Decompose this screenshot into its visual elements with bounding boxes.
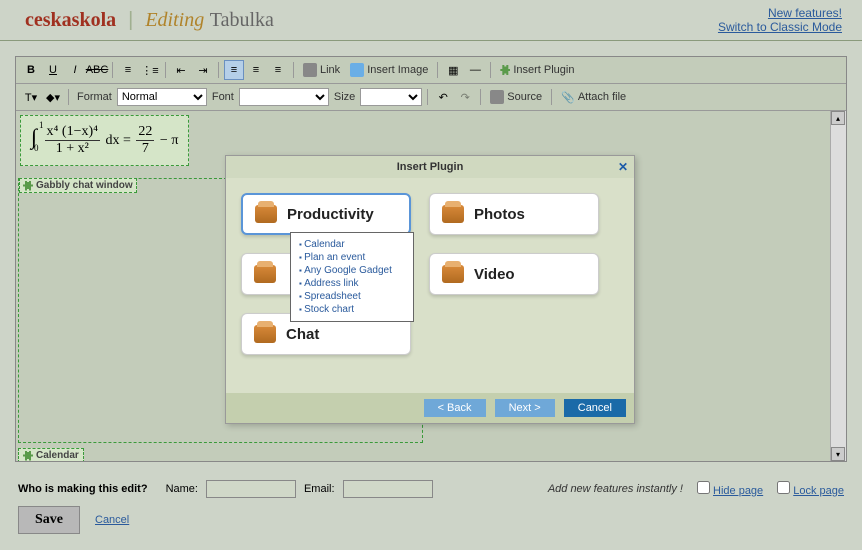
- save-row: Save Cancel: [0, 506, 862, 544]
- next-button[interactable]: Next >: [495, 399, 555, 417]
- save-button[interactable]: Save: [18, 506, 80, 534]
- footer-row: Who is making this edit? Name: Email: Ad…: [0, 472, 862, 506]
- toolbar-row-1: B U I ABC ≡ ⋮≡ ⇤ ⇥ ≡ ≡ ≡ Link Insert Ima…: [16, 57, 846, 84]
- name-input[interactable]: [206, 480, 296, 498]
- hr-button[interactable]: —: [465, 60, 485, 80]
- menu-stock-chart[interactable]: Stock chart: [299, 303, 405, 316]
- plugin-icon: [23, 451, 33, 461]
- calendar-plugin-placeholder[interactable]: Calendar: [18, 448, 84, 461]
- undo-button[interactable]: ↶: [433, 87, 453, 107]
- cancel-link[interactable]: Cancel: [95, 514, 129, 526]
- table-button[interactable]: ▦: [443, 60, 463, 80]
- card-icon: [254, 325, 276, 343]
- format-select[interactable]: Normal: [117, 88, 207, 106]
- dialog-title: Insert Plugin: [397, 161, 464, 173]
- scroll-up-button[interactable]: ▴: [831, 111, 845, 125]
- page-title: Tabulka: [210, 9, 274, 31]
- who-label: Who is making this edit?: [18, 483, 148, 495]
- toolbar-row-2: T▾ ◆▾ Format Normal Font Size ↶ ↷ Source…: [16, 84, 846, 111]
- align-center-button[interactable]: ≡: [246, 60, 266, 80]
- menu-plan-event[interactable]: Plan an event: [299, 251, 405, 264]
- divider: |: [128, 9, 133, 32]
- redo-button[interactable]: ↷: [455, 87, 475, 107]
- email-label: Email:: [304, 483, 335, 495]
- font-label: Font: [212, 91, 234, 103]
- bold-button[interactable]: B: [21, 60, 41, 80]
- editing-label: Editing: [145, 9, 204, 31]
- page-header: ceskaskola | Editing Tabulka New feature…: [0, 0, 862, 41]
- productivity-category[interactable]: Productivity: [241, 193, 411, 235]
- align-left-button[interactable]: ≡: [224, 60, 244, 80]
- back-button[interactable]: < Back: [424, 399, 486, 417]
- size-label: Size: [334, 91, 355, 103]
- attach-file-button[interactable]: 📎Attach file: [557, 91, 630, 104]
- card-icon: [255, 205, 277, 223]
- dialog-close-button[interactable]: ✕: [618, 160, 628, 174]
- image-icon: [350, 63, 364, 77]
- hide-page-link[interactable]: Hide page: [713, 485, 763, 497]
- math-formula[interactable]: ∫ 1 0 x⁴ (1−x)⁴1 + x² dx = 227 − π: [20, 115, 189, 166]
- hide-page-checkbox[interactable]: [697, 481, 710, 494]
- italic-button[interactable]: I: [65, 60, 85, 80]
- classic-mode-link[interactable]: Switch to Classic Mode: [718, 20, 842, 34]
- font-select[interactable]: [239, 88, 329, 106]
- name-label: Name:: [166, 483, 198, 495]
- menu-spreadsheet[interactable]: Spreadsheet: [299, 290, 405, 303]
- underline-button[interactable]: U: [43, 60, 63, 80]
- attach-icon: 📎: [561, 91, 575, 104]
- photos-category[interactable]: Photos: [429, 193, 599, 235]
- dialog-footer: < Back Next > Cancel: [226, 393, 634, 423]
- card-icon: [254, 265, 276, 283]
- format-label: Format: [77, 91, 112, 103]
- lock-page-link[interactable]: Lock page: [793, 485, 844, 497]
- insert-image-button[interactable]: Insert Image: [346, 63, 432, 77]
- insert-link-button[interactable]: Link: [299, 63, 344, 77]
- instant-label: Add new features instantly !: [548, 483, 683, 495]
- indent-button[interactable]: ⇥: [193, 60, 213, 80]
- source-icon: [490, 90, 504, 104]
- align-right-button[interactable]: ≡: [268, 60, 288, 80]
- plugin-icon: [500, 65, 510, 75]
- dialog-header: Insert Plugin ✕: [226, 156, 634, 178]
- card-icon: [442, 205, 464, 223]
- menu-address-link[interactable]: Address link: [299, 277, 405, 290]
- size-select[interactable]: [360, 88, 422, 106]
- numbered-list-button[interactable]: ≡: [118, 60, 138, 80]
- link-icon: [303, 63, 317, 77]
- outdent-button[interactable]: ⇤: [171, 60, 191, 80]
- logo-area: ceskaskola | Editing Tabulka: [25, 9, 274, 32]
- source-button[interactable]: Source: [486, 90, 546, 104]
- scroll-down-button[interactable]: ▾: [831, 447, 845, 461]
- bullet-list-button[interactable]: ⋮≡: [140, 60, 160, 80]
- menu-calendar[interactable]: Calendar: [299, 238, 405, 251]
- strike-button[interactable]: ABC: [87, 60, 107, 80]
- new-features-link[interactable]: New features!: [718, 6, 842, 20]
- plugin-icon: [23, 181, 33, 191]
- card-icon: [442, 265, 464, 283]
- menu-google-gadget[interactable]: Any Google Gadget: [299, 264, 405, 277]
- header-links: New features! Switch to Classic Mode: [718, 6, 842, 34]
- bg-color-button[interactable]: ◆▾: [43, 87, 63, 107]
- insert-plugin-button[interactable]: Insert Plugin: [496, 64, 578, 76]
- site-logo: ceskaskola: [25, 9, 116, 32]
- email-input[interactable]: [343, 480, 433, 498]
- cancel-button[interactable]: Cancel: [564, 399, 626, 417]
- scrollbar[interactable]: ▴ ▾: [830, 111, 846, 461]
- lock-page-checkbox[interactable]: [777, 481, 790, 494]
- productivity-dropdown: Calendar Plan an event Any Google Gadget…: [290, 232, 414, 322]
- video-category[interactable]: Video: [429, 253, 599, 295]
- insert-plugin-dialog: Insert Plugin ✕ Productivity Photos Vide…: [225, 155, 635, 424]
- text-color-button[interactable]: T▾: [21, 87, 41, 107]
